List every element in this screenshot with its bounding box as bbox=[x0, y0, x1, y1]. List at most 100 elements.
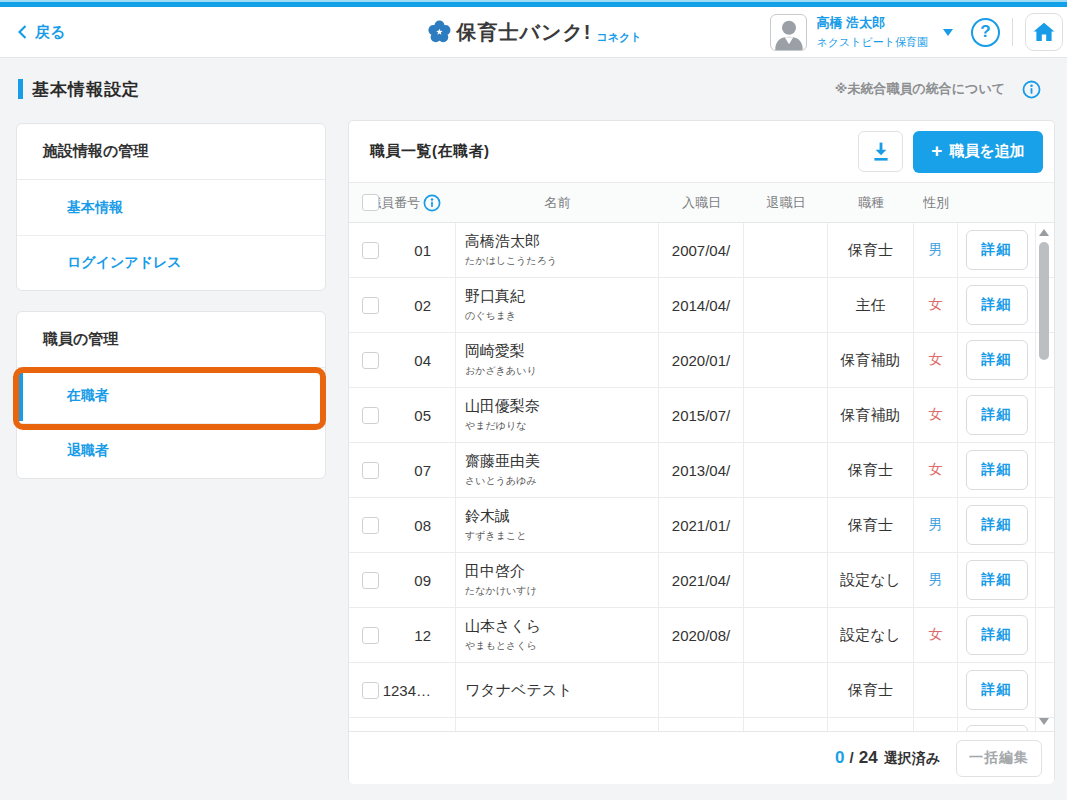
user-org: ネクストビート保育園 bbox=[816, 35, 928, 50]
row-checkbox[interactable] bbox=[362, 517, 379, 534]
row-checkbox[interactable] bbox=[362, 572, 379, 589]
leave-date-cell bbox=[744, 498, 828, 552]
detail-button[interactable]: 詳細 bbox=[966, 395, 1028, 435]
chevron-down-icon[interactable] bbox=[943, 29, 953, 36]
scrollbar[interactable] bbox=[1036, 223, 1052, 731]
join-date-cell: 2007/04/ bbox=[659, 223, 744, 277]
table-row: 12山本さくらやまもとさくら2020/08/設定なし女詳細 bbox=[349, 608, 1054, 663]
table-footer: 0 / 24 選択済み 一括編集 bbox=[349, 731, 1054, 784]
table-row: 詳細 bbox=[349, 718, 1054, 731]
download-button[interactable] bbox=[858, 131, 903, 172]
join-date-cell bbox=[659, 718, 744, 731]
join-date-cell: 2013/04/ bbox=[659, 443, 744, 497]
bulk-edit-button[interactable]: 一括編集 bbox=[956, 740, 1042, 777]
join-date-cell: 2021/04/ bbox=[659, 553, 744, 607]
staff-name-cell: 山田優梨奈やまだゆりな bbox=[456, 388, 659, 442]
row-checkbox[interactable] bbox=[362, 627, 379, 644]
detail-button[interactable]: 詳細 bbox=[966, 340, 1028, 380]
table-row: 07齋藤亜由美さいとうあゆみ2013/04/保育士女詳細 bbox=[349, 443, 1054, 498]
sidebar-item-retired-staff[interactable]: 退職者 bbox=[17, 423, 325, 478]
add-staff-button[interactable]: + 職員を追加 bbox=[913, 131, 1043, 173]
row-checkbox[interactable] bbox=[362, 297, 379, 314]
total-count: 24 bbox=[859, 748, 878, 768]
back-link[interactable]: 戻る bbox=[18, 23, 65, 42]
detail-cell: 詳細 bbox=[958, 608, 1036, 662]
detail-button[interactable]: 詳細 bbox=[966, 285, 1028, 325]
staff-number-cell: 08 bbox=[349, 498, 456, 552]
detail-button[interactable]: 詳細 bbox=[966, 450, 1028, 490]
question-icon: ? bbox=[980, 22, 990, 42]
role-cell: 保育士 bbox=[828, 663, 914, 717]
gender-value: 男 bbox=[929, 571, 943, 589]
staff-kana: すずきまこと bbox=[465, 529, 526, 543]
detail-button[interactable]: 詳細 bbox=[966, 505, 1028, 545]
gender-value: 男 bbox=[929, 516, 943, 534]
user-name: 高橋 浩太郎 bbox=[816, 14, 928, 32]
gender-cell: 女 bbox=[914, 443, 958, 497]
staff-name-cell: ワタナベテスト bbox=[456, 663, 659, 717]
detail-cell: 詳細 bbox=[958, 388, 1036, 442]
table-row: 01高橋浩太郎たかはしこうたろう2007/04/保育士男詳細 bbox=[349, 223, 1054, 278]
avatar[interactable] bbox=[770, 14, 807, 51]
join-date-cell: 2014/04/ bbox=[659, 278, 744, 332]
info-icon[interactable] bbox=[1022, 80, 1041, 99]
scroll-up-icon[interactable] bbox=[1039, 229, 1049, 236]
panel-title: 職員一覧(在職者) bbox=[370, 142, 490, 161]
col-header-join-date: 入職日 bbox=[659, 183, 744, 222]
user-menu[interactable]: 高橋 浩太郎 ネクストビート保育園 bbox=[816, 14, 928, 50]
staff-number-cell: 07 bbox=[349, 443, 456, 497]
table-body: 01高橋浩太郎たかはしこうたろう2007/04/保育士男詳細02野口真紀のぐちま… bbox=[349, 223, 1054, 731]
detail-cell: 詳細 bbox=[958, 278, 1036, 332]
row-checkbox[interactable] bbox=[362, 682, 379, 699]
staff-number-cell: 12 bbox=[349, 608, 456, 662]
detail-button[interactable]: 詳細 bbox=[966, 615, 1028, 655]
select-all-checkbox[interactable] bbox=[362, 194, 379, 211]
help-button[interactable]: ? bbox=[971, 18, 1000, 47]
user-area: 高橋 浩太郎 ネクストビート保育園 ? bbox=[770, 13, 1063, 51]
gender-value: 女 bbox=[929, 626, 943, 644]
sidebar-card-staff: 職員の管理 在職者 退職者 bbox=[16, 311, 326, 479]
leave-date-cell bbox=[744, 608, 828, 662]
row-checkbox[interactable] bbox=[362, 352, 379, 369]
row-checkbox[interactable] bbox=[362, 462, 379, 479]
join-date-cell: 2015/07/ bbox=[659, 388, 744, 442]
staff-name-cell: 齋藤亜由美さいとうあゆみ bbox=[456, 443, 659, 497]
row-checkbox[interactable] bbox=[362, 407, 379, 424]
staff-number-cell: 09 bbox=[349, 553, 456, 607]
staff-number-cell: 02 bbox=[349, 278, 456, 332]
scroll-down-icon[interactable] bbox=[1039, 718, 1049, 725]
plus-icon: + bbox=[931, 141, 942, 160]
person-icon bbox=[772, 16, 806, 50]
divider bbox=[1012, 18, 1013, 46]
leave-date-cell bbox=[744, 553, 828, 607]
staff-name: 齋藤亜由美 bbox=[465, 452, 540, 471]
gender-cell: 男 bbox=[914, 223, 958, 277]
table-row: 09田中啓介たなかけいすけ2021/04/設定なし男詳細 bbox=[349, 553, 1054, 608]
staff-number: 09 bbox=[379, 572, 455, 589]
row-checkbox[interactable] bbox=[362, 242, 379, 259]
table-row: 1234…ワタナベテスト 保育士 詳細 bbox=[349, 663, 1054, 718]
role-cell: 設定なし bbox=[828, 608, 914, 662]
detail-button[interactable]: 詳細 bbox=[966, 230, 1028, 270]
staff-number: 1234… bbox=[379, 682, 455, 699]
sidebar: 施設情報の管理 基本情報 ログインアドレス 職員の管理 在職者 退職者 bbox=[16, 123, 326, 479]
role-cell: 主任 bbox=[828, 278, 914, 332]
staff-kana: さいとうあゆみ bbox=[465, 474, 537, 488]
info-icon[interactable] bbox=[423, 194, 441, 212]
staff-number: 04 bbox=[379, 352, 455, 369]
sidebar-card-facility: 施設情報の管理 基本情報 ログインアドレス bbox=[16, 123, 326, 291]
merge-note-label[interactable]: ※未統合職員の統合について bbox=[835, 80, 1005, 98]
sidebar-item-login-address[interactable]: ログインアドレス bbox=[17, 235, 325, 290]
sidebar-section-title: 職員の管理 bbox=[17, 312, 325, 368]
table-row: 08鈴木誠すずきまこと2021/01/保育士男詳細 bbox=[349, 498, 1054, 553]
scroll-thumb[interactable] bbox=[1039, 242, 1049, 360]
sidebar-item-basic-info[interactable]: 基本情報 bbox=[17, 180, 325, 235]
detail-button[interactable]: 詳細 bbox=[966, 670, 1028, 710]
sidebar-item-active-staff[interactable]: 在職者 bbox=[17, 368, 325, 423]
staff-name: 野口真紀 bbox=[465, 287, 525, 306]
detail-button[interactable]: 詳細 bbox=[966, 560, 1028, 600]
home-button[interactable] bbox=[1025, 13, 1063, 51]
title-accent-bar bbox=[18, 79, 23, 99]
gender-cell: 男 bbox=[914, 553, 958, 607]
gender-value: 男 bbox=[929, 241, 943, 259]
